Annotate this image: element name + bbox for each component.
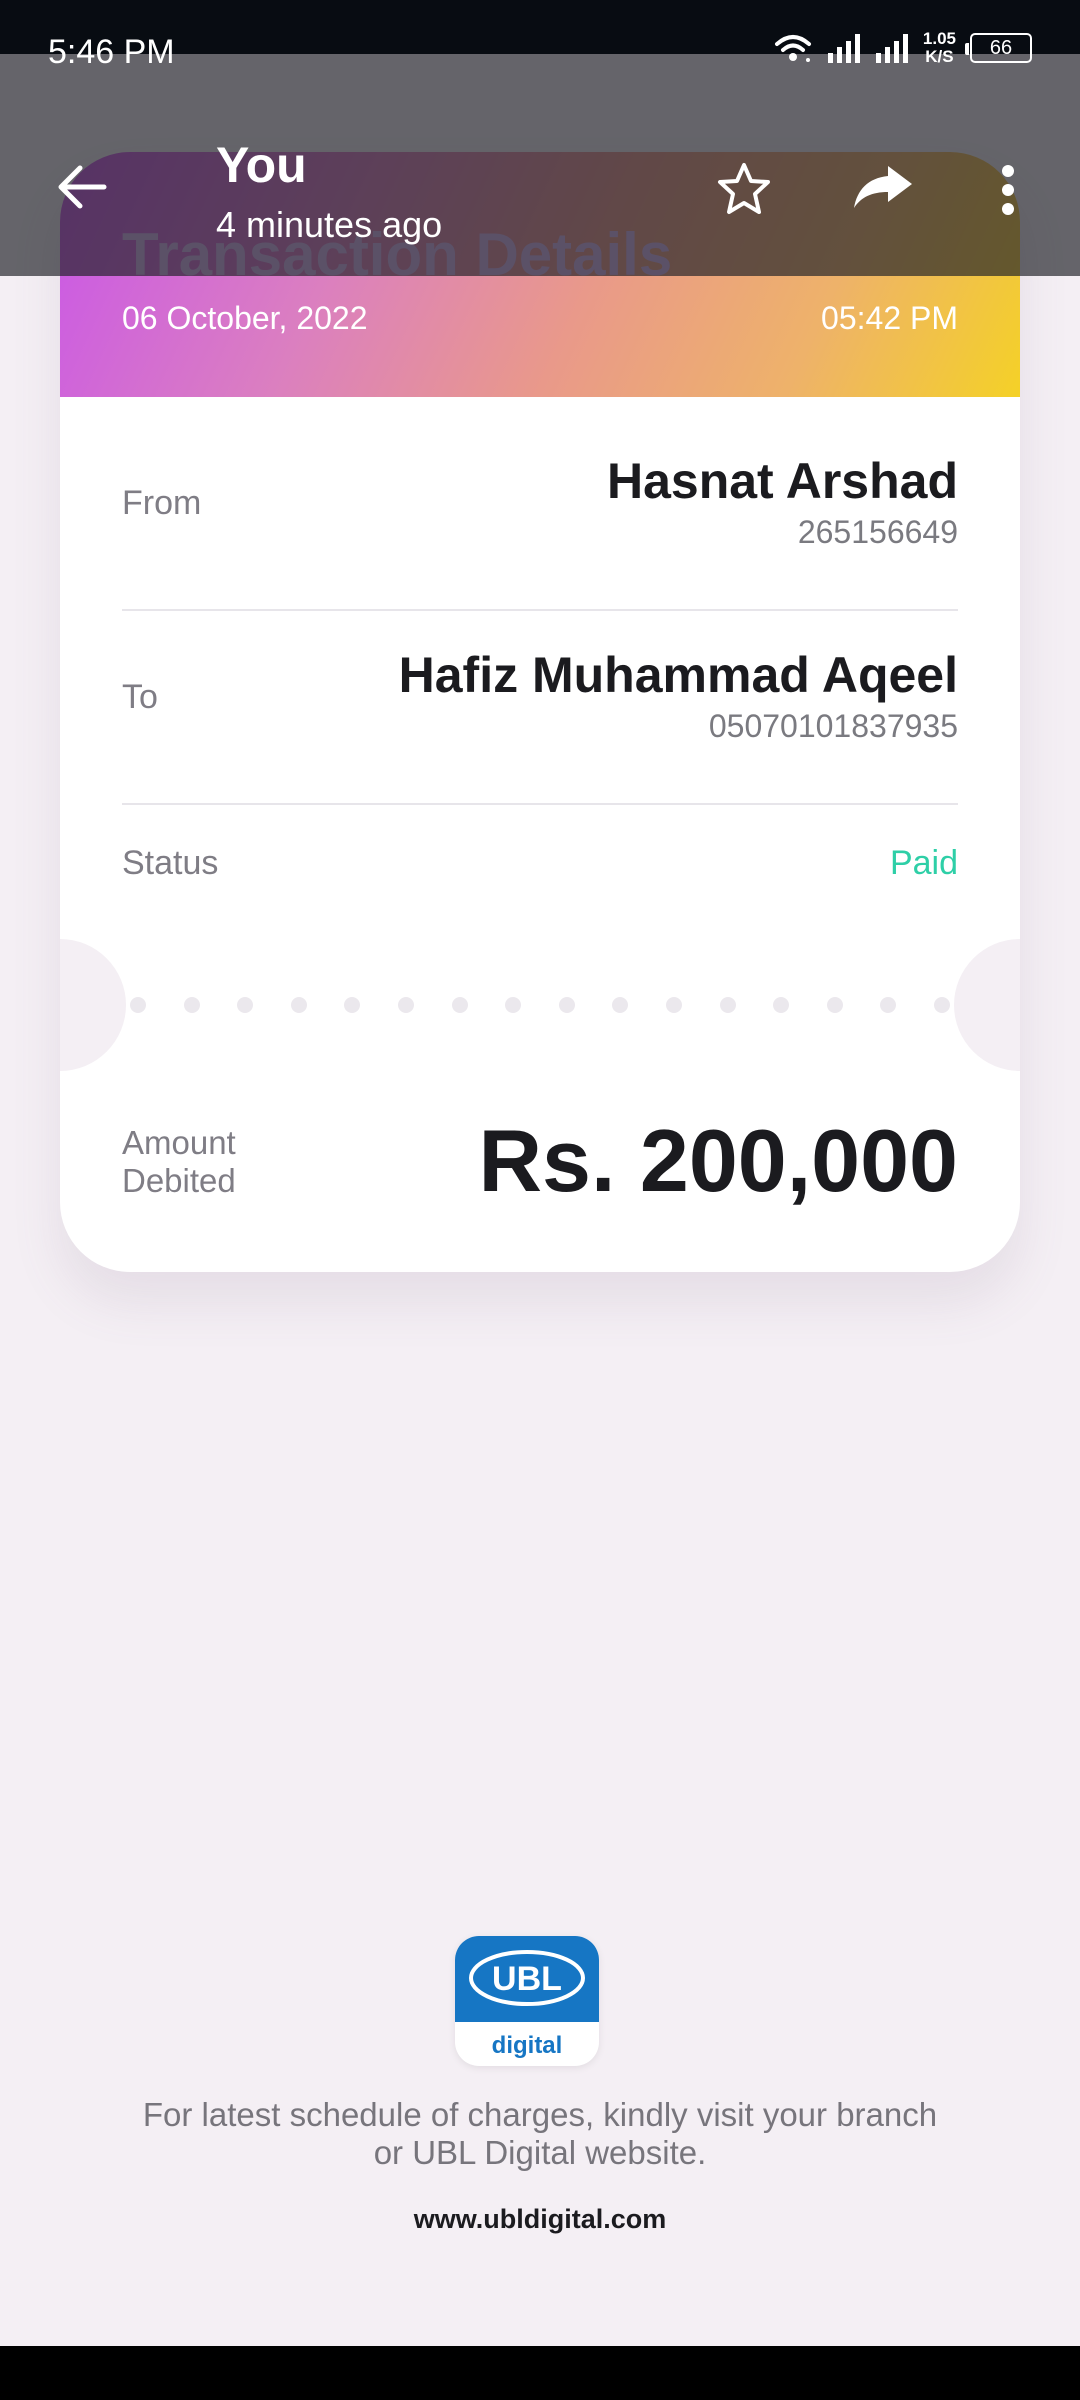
- status-row: Status Paid: [122, 844, 958, 894]
- image-viewer-app-bar: You 4 minutes ago: [0, 54, 1080, 276]
- status-icons: 1.05 K/S 66: [773, 30, 1032, 66]
- battery-level: 66: [989, 36, 1013, 59]
- to-row: To Hafiz Muhammad Aqeel 05070101837935: [122, 646, 958, 744]
- transaction-time: 05:42 PM: [821, 300, 958, 336]
- ubl-logo-subtext: digital: [491, 2032, 563, 2059]
- from-label: From: [122, 484, 202, 522]
- back-icon: [58, 165, 107, 209]
- amount-label-line1: Amount: [122, 1124, 236, 1161]
- wifi-icon: [774, 35, 811, 62]
- back-button[interactable]: [56, 164, 108, 215]
- status-badge: Paid: [889, 844, 958, 882]
- signal-icon: [827, 34, 860, 63]
- signal-icon: [875, 34, 908, 63]
- status-label: Status: [122, 844, 219, 882]
- star-icon: [718, 163, 770, 214]
- to-account: 05070101837935: [708, 708, 958, 744]
- system-navigation-bar: [0, 2346, 1080, 2400]
- ubl-logo-text: UBL: [492, 1960, 562, 1998]
- footer-note: For latest schedule of charges, kindly v…: [90, 2096, 990, 2172]
- ticket-perforation: [130, 997, 950, 1013]
- from-account: 265156649: [797, 514, 958, 550]
- from-row: From Hasnat Arshad 265156649: [122, 452, 958, 550]
- more-options-button[interactable]: [1000, 164, 1016, 221]
- network-speed: 1.05 K/S: [923, 30, 956, 66]
- battery-indicator: 66: [965, 33, 1032, 63]
- star-button[interactable]: [716, 162, 772, 221]
- divider: [122, 609, 958, 611]
- sent-time: 4 minutes ago: [216, 204, 443, 245]
- footer-note-line1: For latest schedule of charges, kindly v…: [142, 2096, 938, 2133]
- amount-label-line2: Debited: [122, 1162, 236, 1199]
- ticket-notch-right: [954, 939, 1020, 1071]
- transaction-date: 06 October, 2022: [122, 300, 368, 336]
- divider: [122, 803, 958, 805]
- more-icon: [1002, 165, 1014, 215]
- status-bar: 5:46 PM 1.05 K/S 66: [0, 0, 1080, 71]
- status-time: 5:46 PM: [48, 33, 175, 71]
- transaction-receipt-card: Transaction Details 06 October, 2022 05:…: [60, 152, 1020, 1272]
- to-label: To: [122, 678, 158, 716]
- network-speed-unit: K/S: [925, 47, 954, 66]
- to-name: Hafiz Muhammad Aqeel: [398, 647, 958, 703]
- ticket-notch-left: [60, 939, 126, 1071]
- sender-name: You: [216, 137, 307, 193]
- amount-value: Rs. 200,000: [478, 1111, 959, 1210]
- footer-note-line2: or UBL Digital website.: [373, 2134, 707, 2171]
- from-name: Hasnat Arshad: [606, 453, 958, 509]
- ubl-logo-mark: UBL: [469, 1950, 585, 2006]
- network-speed-value: 1.05: [922, 29, 956, 48]
- share-icon: [854, 166, 912, 208]
- forward-button[interactable]: [852, 164, 914, 215]
- ubl-digital-logo: UBL digital: [455, 1936, 599, 2066]
- website-url: www.ubldigital.com: [413, 2204, 667, 2234]
- amount-label: Amount Debited: [122, 1124, 236, 1200]
